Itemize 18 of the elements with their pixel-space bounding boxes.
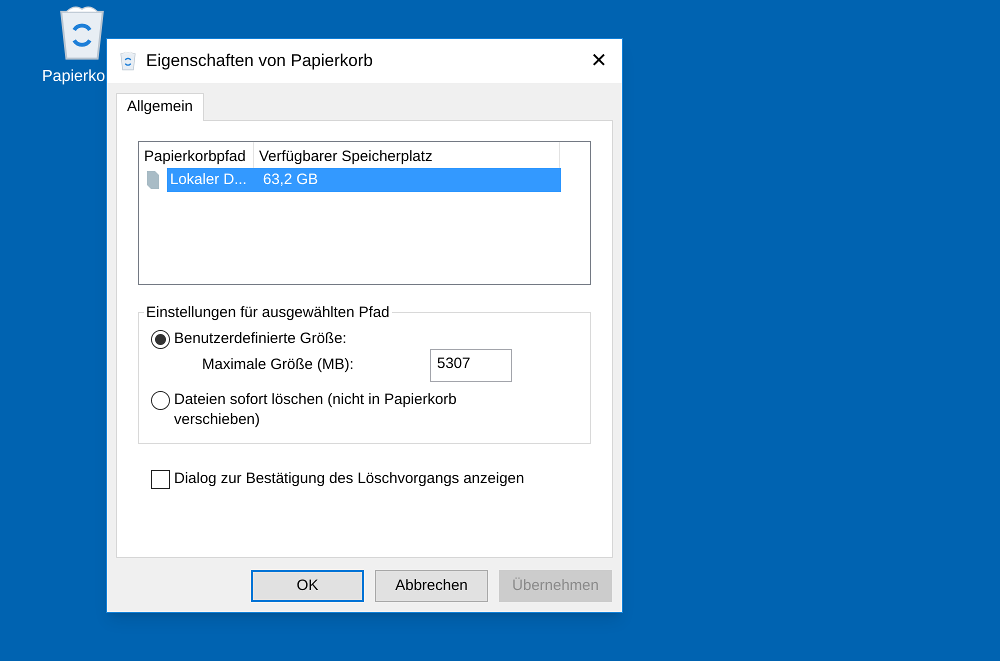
- checkbox[interactable]: [151, 470, 170, 489]
- list-cell-text: Lokaler D...: [169, 170, 248, 190]
- close-button[interactable]: ✕: [576, 39, 622, 83]
- radio-button[interactable]: [151, 330, 170, 349]
- radio-label: Dateien sofort löschen (nicht in Papierkorb verschieben): [174, 390, 458, 430]
- tab[interactable]: Allgemein: [116, 93, 204, 121]
- dialog-button[interactable]: OK: [251, 570, 364, 602]
- checkbox-label: Dialog zur Bestätigung des Löschvorgangs anzeigen: [174, 469, 524, 489]
- desktop-icon-label[interactable]: Papierko: [42, 65, 106, 90]
- size-input-field[interactable]: 5307: [430, 349, 512, 382]
- drive-icon: [145, 170, 161, 190]
- radio-label: Benutzerdefinierte Größe:: [174, 329, 348, 349]
- radio-button[interactable]: [151, 391, 170, 410]
- field-label: Maximale Größe (MB):: [202, 355, 355, 376]
- recycle-bin-icon: [119, 51, 137, 71]
- dialog-button[interactable]: Abbrechen: [375, 570, 488, 602]
- list-cell-text: 63,2 GB: [262, 170, 320, 190]
- window-title: Eigenschaften von Papierkorb: [146, 50, 373, 72]
